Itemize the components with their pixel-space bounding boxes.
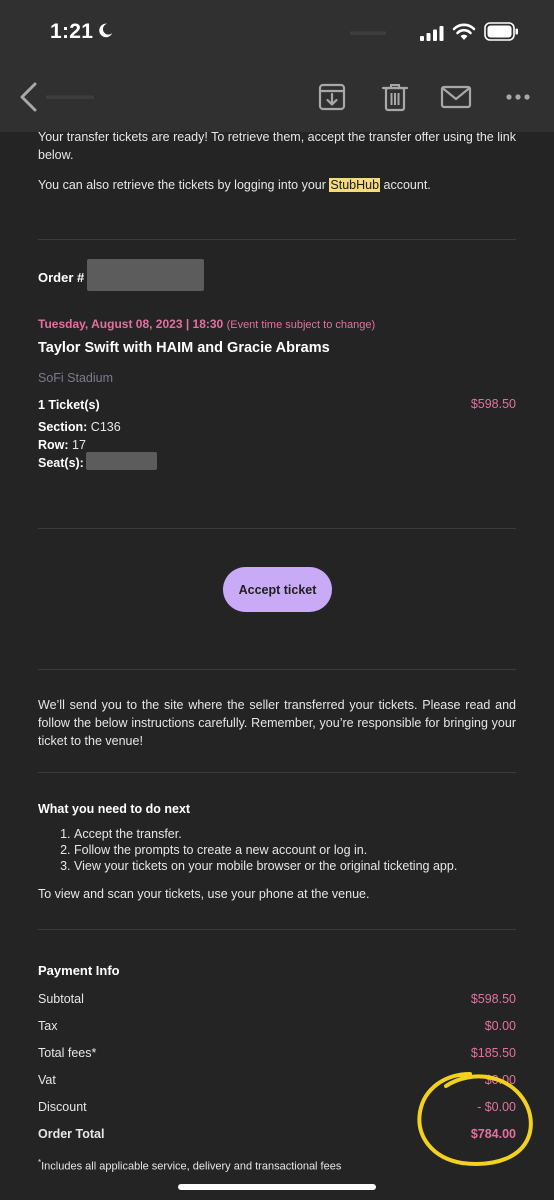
payment-row-value: $0.00 bbox=[484, 1019, 516, 1033]
fees-footnote: *Includes all applicable service, delive… bbox=[38, 1154, 341, 1176]
seats-label: Seat(s): bbox=[38, 456, 84, 470]
payment-row-value: $598.50 bbox=[470, 992, 516, 1006]
wifi-icon bbox=[452, 23, 476, 40]
stubhub-link[interactable]: StubHub bbox=[329, 178, 381, 192]
next-steps-footer: To view and scan your tickets, use your … bbox=[38, 887, 370, 901]
event-datetime-line: Tuesday, August 08, 2023 | 18:30 (Event … bbox=[38, 315, 375, 334]
intro-login-after: account. bbox=[380, 178, 431, 192]
highlight-circle-annotation bbox=[417, 1072, 533, 1166]
intro-login-before: You can also retrieve the tickets by log… bbox=[38, 178, 330, 192]
venue-name: SoFi Stadium bbox=[38, 371, 114, 385]
payment-row-label: Total fees* bbox=[38, 1046, 97, 1060]
battery-icon bbox=[484, 22, 518, 41]
payment-row-label: Vat bbox=[38, 1073, 56, 1087]
faded-status-text: ▬▬▬ bbox=[350, 24, 386, 38]
divider bbox=[38, 239, 516, 240]
back-chevron-icon[interactable] bbox=[16, 80, 42, 114]
accept-ticket-button[interactable]: Accept ticket bbox=[223, 567, 332, 612]
mail-screen: 1:21 ▬▬▬ ▬▬▬▬ Your transfer tickets are … bbox=[0, 0, 554, 1200]
row-line: Row: 17 bbox=[38, 436, 86, 454]
payment-row-value: $185.50 bbox=[470, 1046, 516, 1060]
next-steps-list: Accept the transfer. Follow the prompts … bbox=[56, 826, 516, 874]
top-bar: 1:21 ▬▬▬ ▬▬▬▬ bbox=[0, 0, 554, 132]
next-step-item: View your tickets on your mobile browser… bbox=[74, 858, 516, 874]
intro-login-text: You can also retrieve the tickets by log… bbox=[38, 176, 431, 194]
payment-row-label: Discount bbox=[38, 1100, 87, 1114]
home-indicator bbox=[178, 1184, 376, 1190]
mail-icon[interactable] bbox=[440, 82, 472, 112]
intro-text: Your transfer tickets are ready! To retr… bbox=[38, 132, 516, 162]
next-step-item: Accept the transfer. bbox=[74, 826, 516, 842]
footnote-text: Includes all applicable service, deliver… bbox=[41, 1160, 342, 1173]
next-steps-title: What you need to do next bbox=[38, 802, 191, 816]
section-line: Section: C136 bbox=[38, 418, 121, 436]
more-icon[interactable] bbox=[504, 82, 532, 112]
moon-icon bbox=[99, 23, 113, 38]
faded-back-label: ▬▬▬▬ bbox=[46, 88, 94, 102]
payment-row-label: Tax bbox=[38, 1019, 58, 1033]
cell-signal-icon bbox=[420, 26, 444, 41]
archive-icon[interactable] bbox=[317, 82, 347, 112]
payment-info-title: Payment Info bbox=[38, 963, 120, 978]
event-datetime: Tuesday, August 08, 2023 | 18:30 bbox=[38, 317, 224, 331]
row-value: 17 bbox=[72, 438, 86, 452]
divider bbox=[38, 772, 516, 773]
order-label: Order # bbox=[38, 270, 85, 285]
row-label: Row: bbox=[38, 438, 69, 452]
payment-row-label: Subtotal bbox=[38, 992, 84, 1006]
divider bbox=[38, 528, 516, 529]
divider bbox=[38, 929, 516, 930]
ticket-count: 1 Ticket(s) bbox=[38, 398, 100, 412]
event-name: Taylor Swift with HAIM and Gracie Abrams bbox=[38, 340, 330, 356]
trash-icon[interactable] bbox=[380, 82, 410, 112]
redacted-seats bbox=[86, 452, 157, 470]
status-time: 1:21 bbox=[50, 20, 94, 43]
order-total-label: Order Total bbox=[38, 1127, 105, 1141]
section-label: Section: bbox=[38, 420, 88, 434]
seats-line: Seat(s): bbox=[38, 454, 84, 472]
seller-notice: We’ll send you to the site where the sel… bbox=[38, 698, 516, 748]
redacted-order-number bbox=[87, 259, 204, 291]
event-time-note: (Event time subject to change) bbox=[226, 319, 376, 331]
ticket-price: $598.50 bbox=[470, 397, 516, 411]
email-body: Your transfer tickets are ready! To retr… bbox=[0, 132, 554, 1200]
section-value: C136 bbox=[90, 420, 121, 434]
next-step-item: Follow the prompts to create a new accou… bbox=[74, 842, 516, 858]
divider bbox=[38, 669, 516, 670]
